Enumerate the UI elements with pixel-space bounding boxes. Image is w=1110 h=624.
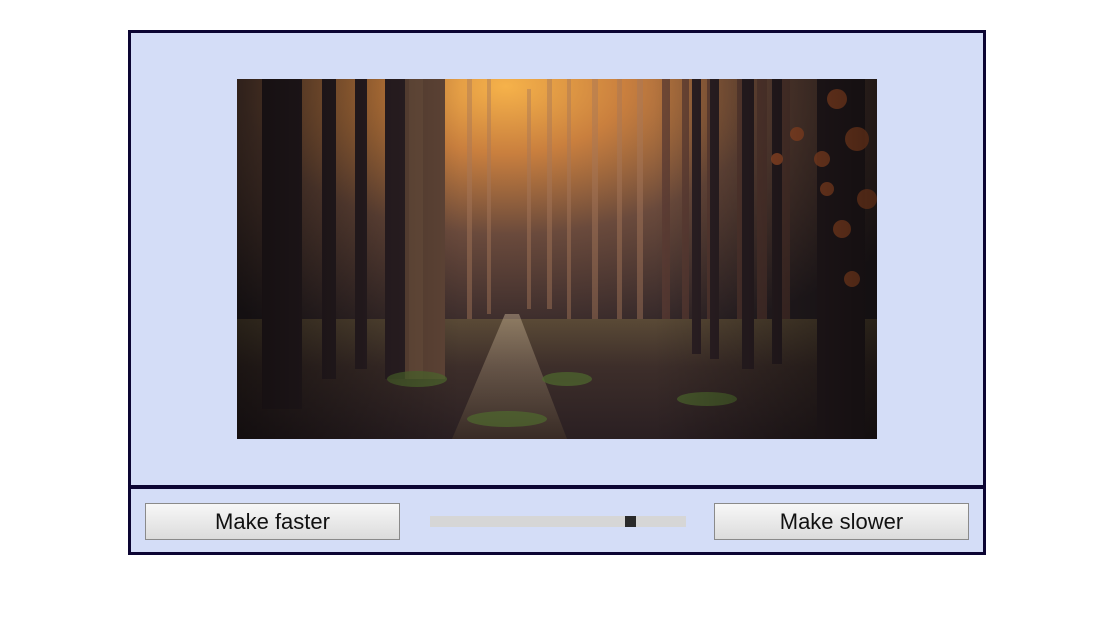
speed-slider[interactable] — [430, 516, 686, 527]
speed-slider-thumb[interactable] — [624, 516, 636, 527]
controls-bar: Make faster Make slower — [128, 485, 986, 555]
image-stage — [128, 30, 986, 488]
forest-photo — [237, 79, 877, 439]
make-faster-button[interactable]: Make faster — [145, 503, 400, 540]
make-slower-button[interactable]: Make slower — [714, 503, 969, 540]
animation-player: Make faster Make slower — [128, 30, 986, 555]
